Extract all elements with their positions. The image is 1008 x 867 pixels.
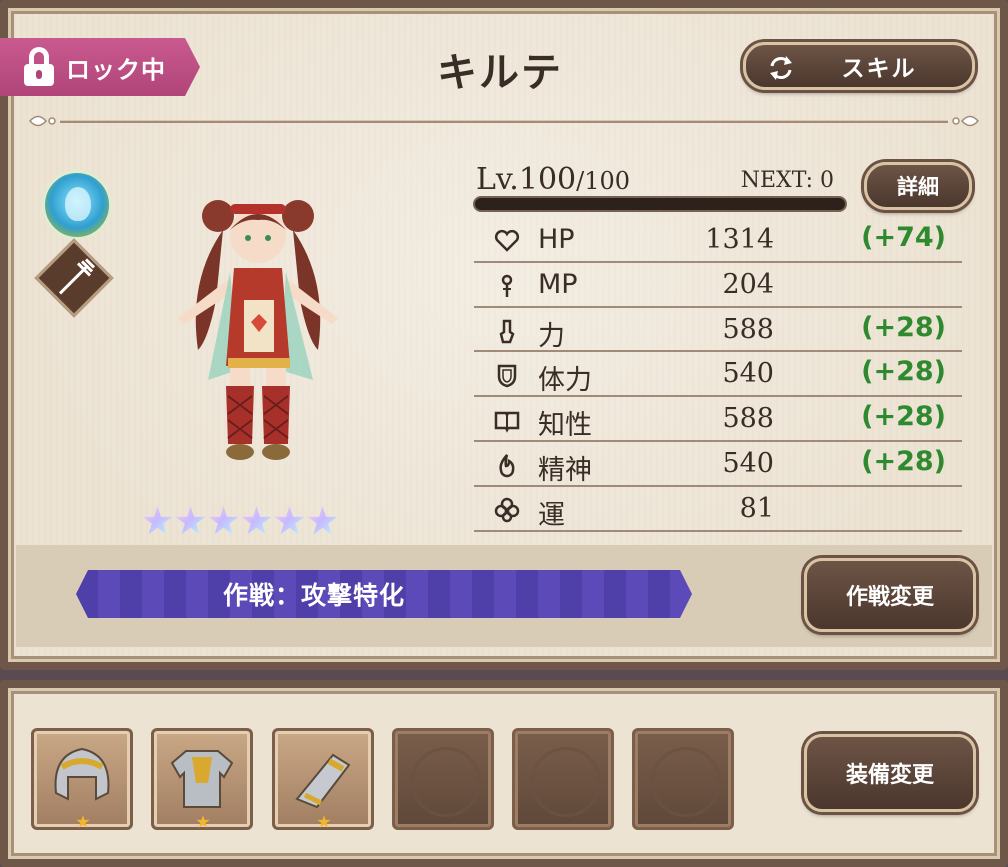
skill-button[interactable]: スキル <box>743 42 975 90</box>
rarity-star <box>274 506 305 535</box>
stat-row: 精神 540 (+28) <box>474 442 962 487</box>
slot-star <box>196 815 210 828</box>
slot-star <box>317 815 331 828</box>
detail-button-label: 詳細 <box>897 175 939 199</box>
stat-bonus: (+28) <box>861 311 946 343</box>
stat-label: 力 <box>538 320 565 352</box>
change-strategy-label: 作戦変更 <box>845 585 934 610</box>
stat-row: HP 1314 (+74) <box>474 218 962 263</box>
stat-label: 知性 <box>538 410 592 442</box>
equipment-slot-2[interactable] <box>151 728 253 830</box>
stat-bonus: (+28) <box>861 356 946 388</box>
stat-value: 1314 <box>705 224 774 255</box>
change-strategy-button[interactable]: 作戦変更 <box>804 558 976 632</box>
stat-label: 体力 <box>538 365 592 397</box>
stat-label: MP <box>538 268 578 300</box>
rarity-stars <box>142 506 338 537</box>
lock-icon <box>22 47 56 87</box>
skill-button-label: スキル <box>841 56 917 82</box>
stat-row: 知性 588 (+28) <box>474 397 962 442</box>
clover-icon <box>494 497 520 523</box>
detail-button[interactable]: 詳細 <box>864 162 972 210</box>
stat-value: 540 <box>722 447 774 479</box>
flame-icon <box>499 454 515 478</box>
rarity-star <box>142 506 173 535</box>
stat-value: 81 <box>739 492 774 524</box>
stat-label: 精神 <box>538 454 592 486</box>
equipment-slot-3[interactable] <box>272 728 374 830</box>
stat-bonus: (+28) <box>861 401 946 433</box>
stat-value: 540 <box>722 358 774 390</box>
rarity-star <box>208 506 239 535</box>
stat-value: 588 <box>722 313 774 345</box>
stat-label: HP <box>538 224 575 255</box>
next-exp-text: NEXT: 0 <box>740 168 834 193</box>
stat-value: 588 <box>722 403 774 435</box>
stat-list: HP 1314 (+74) MP 204 力 588 (+28) 体力 540 (+28) 知性 588… <box>474 218 962 532</box>
shield-icon <box>497 365 517 388</box>
strategy-label: 作戦：攻撃特化 <box>222 581 405 610</box>
ornamental-divider <box>28 112 980 130</box>
stat-row: 力 588 (+28) <box>474 308 962 353</box>
change-equipment-label: 装備変更 <box>845 763 934 788</box>
rarity-star <box>307 506 338 535</box>
equipment-slot-5[interactable] <box>512 728 614 830</box>
lock-toggle[interactable]: ロック中 <box>0 38 200 96</box>
change-equipment-button[interactable]: 装備変更 <box>804 734 976 812</box>
level-row: Lv.100/100 NEXT: 0 <box>476 156 836 198</box>
character-name: キルテ <box>437 50 563 96</box>
stat-row: 体力 540 (+28) <box>474 352 962 398</box>
rarity-star <box>241 506 272 535</box>
armor-icon <box>170 750 234 808</box>
equipment-slot-6[interactable] <box>632 728 734 830</box>
rarity-star <box>175 506 206 535</box>
fist-icon <box>499 319 515 343</box>
slot-star <box>76 815 90 828</box>
equipment-slot-4[interactable] <box>392 728 494 830</box>
stat-label: 運 <box>538 499 565 531</box>
stat-bonus: (+74) <box>861 222 946 253</box>
staff-icon <box>501 274 513 297</box>
lock-label: ロック中 <box>66 55 166 84</box>
trident-icon <box>58 258 96 295</box>
level-text: Lv.100/100 <box>476 162 631 197</box>
stat-value: 204 <box>722 268 774 300</box>
book-icon <box>494 411 520 433</box>
equipment-slot-1[interactable] <box>31 728 133 830</box>
exp-bar <box>473 196 847 212</box>
fleur-right-icon <box>952 115 980 127</box>
character-portrait <box>178 200 338 460</box>
fleur-left-icon <box>28 115 56 127</box>
stat-row: 運 81 <box>474 487 962 532</box>
heart-icon <box>494 229 520 252</box>
strategy-display: 作戦：攻撃特化 <box>76 570 692 618</box>
stat-bonus: (+28) <box>861 445 946 477</box>
helmet-icon <box>54 747 110 801</box>
refresh-icon <box>770 56 792 80</box>
gauntlet-icon <box>295 753 351 809</box>
water-element-icon <box>42 170 112 240</box>
stat-row: MP 204 <box>474 263 962 308</box>
